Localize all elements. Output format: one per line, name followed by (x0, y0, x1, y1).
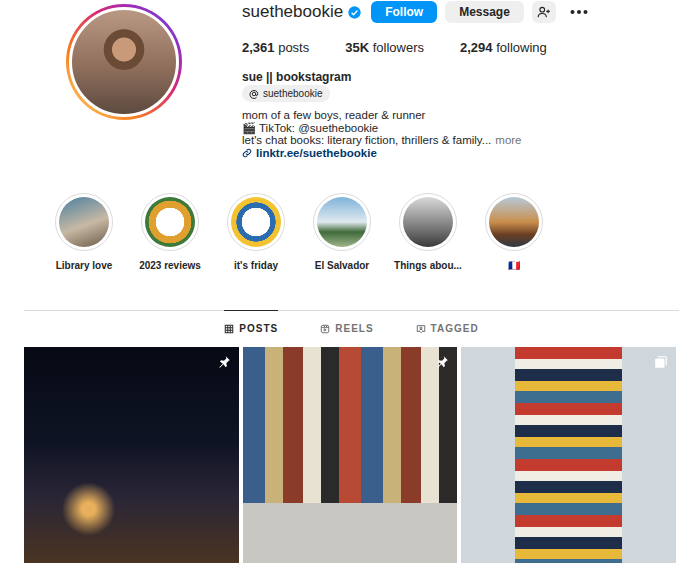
stat-item[interactable]: 2,361 posts (242, 40, 309, 56)
tab-label: REELS (335, 323, 373, 334)
tagged-icon (416, 324, 426, 334)
bio: mom of a few boys, reader & runner🎬 TikT… (242, 109, 679, 159)
tab[interactable]: POSTS (224, 310, 278, 346)
pin-icon (435, 355, 449, 369)
highlight-cover (227, 193, 285, 251)
highlight-item[interactable]: Things abou... (385, 193, 471, 272)
suggest-button[interactable] (532, 1, 556, 23)
highlight-label: it's friday (234, 259, 278, 272)
threads-icon (249, 89, 259, 99)
bio-line: mom of a few boys, reader & runner (242, 109, 679, 122)
stat-item[interactable]: 2,294 following (460, 40, 547, 56)
stat-item[interactable]: 35K followers (345, 40, 424, 56)
title-row: suethebookie Follow Message (242, 0, 679, 24)
post-tile[interactable] (24, 347, 239, 563)
stat-count: 2,294 (460, 40, 493, 55)
profile-link[interactable]: linktr.ee/suethebookie (242, 147, 679, 160)
highlight-label: 2023 reviews (139, 259, 201, 272)
posts-grid (24, 347, 676, 563)
profile-header: suethebookie Follow Message 2,361 posts 35K … (24, 0, 679, 165)
highlight-label: Library love (56, 259, 113, 272)
stat-count: 2,361 (242, 40, 275, 55)
highlight-photo (59, 197, 109, 247)
highlight-cover (141, 193, 199, 251)
bio-line: 🎬 TikTok: @suethebookie (242, 122, 679, 135)
highlight-label: Things abou... (394, 259, 462, 272)
highlight-cover (55, 193, 113, 251)
reels-icon (320, 324, 330, 334)
follow-button[interactable]: Follow (371, 1, 437, 23)
highlight-photo (145, 197, 195, 247)
verified-badge-icon (348, 6, 361, 19)
highlight-label: El Salvador (315, 259, 369, 272)
username: suethebookie (242, 2, 343, 22)
grid-icon (224, 324, 234, 334)
highlight-cover (313, 193, 371, 251)
tab[interactable]: REELS (320, 310, 373, 346)
more-link[interactable]: more (495, 134, 521, 146)
threads-badge[interactable]: suethebookie (242, 85, 330, 102)
tab-label: TAGGED (431, 323, 479, 334)
highlight-item[interactable]: Library love (41, 193, 127, 272)
post-tile[interactable] (243, 347, 458, 563)
threads-handle: suethebookie (263, 88, 323, 99)
more-options-icon[interactable] (570, 9, 588, 15)
bio-line: let's chat books: literary fiction, thri… (242, 134, 679, 147)
tab-label: POSTS (239, 323, 278, 334)
add-person-icon (537, 5, 551, 19)
highlight-item[interactable]: 2023 reviews (127, 193, 213, 272)
avatar-column (24, 0, 242, 165)
profile-page: suethebookie Follow Message 2,361 posts 35K … (0, 0, 697, 566)
pin-icon (217, 355, 231, 369)
profile-info: suethebookie Follow Message 2,361 posts 35K … (242, 0, 679, 165)
post-tile[interactable] (461, 347, 676, 563)
highlights-row: Library love 2023 reviews it's friday El Sa… (41, 193, 679, 272)
highlight-item[interactable]: El Salvador (299, 193, 385, 272)
highlight-photo (317, 197, 367, 247)
display-name: sue || bookstagram (242, 70, 679, 84)
stats-row: 2,361 posts 35K followers 2,294 following (242, 40, 679, 56)
highlight-cover (485, 193, 543, 251)
highlight-item[interactable]: 🇫🇷 (471, 193, 557, 272)
message-button[interactable]: Message (445, 1, 524, 23)
highlight-cover (399, 193, 457, 251)
profile-tabs: POSTS REELS TAGGED (24, 310, 679, 346)
highlight-label: 🇫🇷 (508, 259, 520, 272)
link-icon (242, 148, 252, 158)
stat-count: 35K (345, 40, 369, 55)
highlight-photo (489, 197, 539, 247)
highlight-photo (231, 197, 281, 247)
tab[interactable]: TAGGED (416, 310, 479, 346)
highlight-item[interactable]: it's friday (213, 193, 299, 272)
carousel-icon (654, 355, 668, 369)
avatar[interactable] (66, 4, 182, 120)
highlight-photo (403, 197, 453, 247)
avatar-photo (69, 7, 179, 117)
